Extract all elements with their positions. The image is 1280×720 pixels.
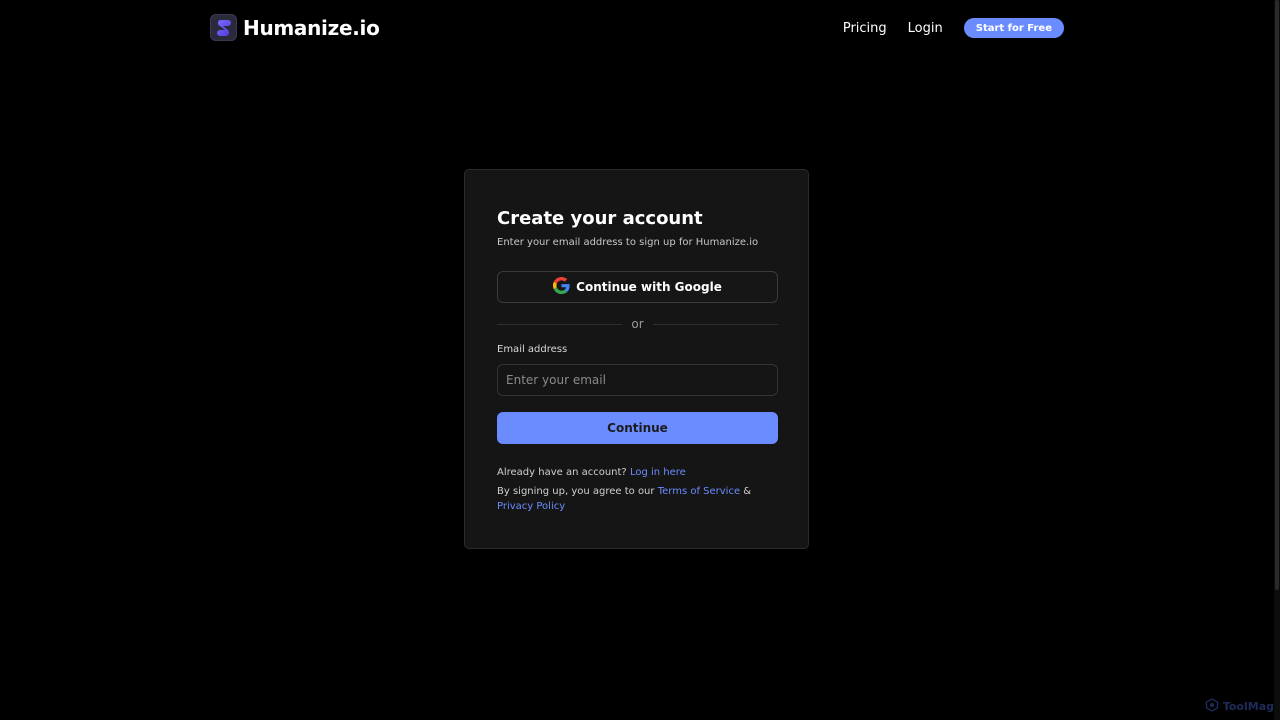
google-button-label: Continue with Google [576, 280, 722, 294]
terms-notice: By signing up, you agree to our Terms of… [497, 484, 778, 514]
or-divider: or [497, 317, 778, 331]
watermark-text: ToolMag [1222, 700, 1274, 713]
login-prompt: Already have an account? Log in here [497, 465, 776, 480]
brand-name: Humanize.io [243, 15, 380, 40]
terms-prefix: By signing up, you agree to our [497, 486, 655, 497]
signup-subtitle: Enter your email address to sign up for … [497, 237, 759, 248]
page: Humanize.io Pricing Login Start for Free… [0, 0, 1280, 720]
terms-and: & [743, 486, 752, 497]
divider-line-right [652, 323, 778, 325]
watermark: ToolMag [1205, 697, 1274, 716]
nav-login-link[interactable]: Login [908, 21, 943, 36]
scrollbar[interactable] [1274, 0, 1280, 720]
scrollbar-thumb[interactable] [1275, 0, 1279, 590]
login-link[interactable]: Log in here [630, 467, 686, 478]
watermark-logo-icon [1205, 697, 1219, 716]
google-icon [553, 276, 570, 298]
login-prompt-text: Already have an account? [497, 467, 627, 478]
signup-title: Create your account [497, 208, 703, 229]
start-for-free-button[interactable]: Start for Free [963, 18, 1064, 38]
continue-with-google-button[interactable]: Continue with Google [497, 271, 778, 303]
signup-card: Create your account Enter your email add… [464, 169, 809, 549]
email-label: Email address [497, 344, 568, 355]
privacy-policy-link[interactable]: Privacy Policy [497, 501, 565, 512]
email-input[interactable] [497, 364, 778, 396]
nav-pricing-link[interactable]: Pricing [843, 21, 887, 36]
brand-logo[interactable]: Humanize.io [210, 14, 380, 41]
brand-logo-icon [210, 14, 237, 41]
terms-of-service-link[interactable]: Terms of Service [658, 486, 740, 497]
top-nav: Pricing Login Start for Free [843, 18, 1064, 38]
continue-button[interactable]: Continue [497, 412, 778, 444]
divider-line-left [497, 323, 623, 325]
divider-text: or [631, 317, 644, 331]
